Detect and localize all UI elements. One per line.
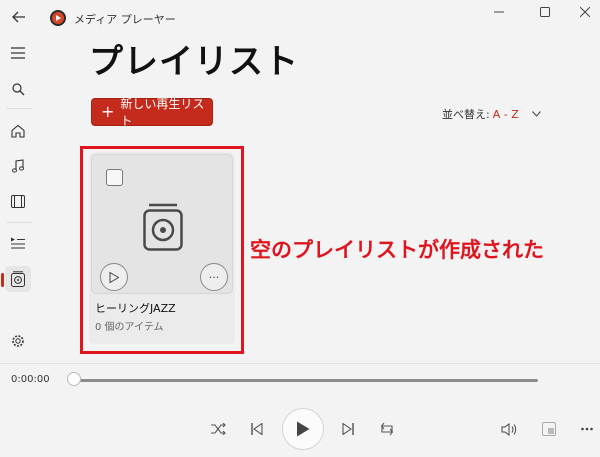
- new-playlist-button[interactable]: + 新しい再生リスト: [91, 97, 213, 128]
- playlist-icon: [11, 271, 25, 287]
- back-arrow-icon: [12, 11, 25, 23]
- close-button[interactable]: [570, 2, 600, 22]
- seek-thumb[interactable]: [67, 372, 81, 386]
- previous-icon: [251, 423, 263, 435]
- app-title: メディア プレーヤー: [74, 13, 176, 26]
- search-icon: [11, 82, 24, 95]
- highlight-frame: [80, 146, 244, 354]
- home-icon: [11, 124, 25, 138]
- settings-icon: [12, 335, 24, 347]
- sidebar-item-search[interactable]: [5, 76, 31, 102]
- mini-player-button[interactable]: [538, 418, 560, 440]
- annotation-text: 空のプレイリストが作成された: [250, 238, 544, 262]
- sidebar-item-queue[interactable]: [5, 230, 31, 256]
- sidebar-item-playlists[interactable]: [5, 266, 31, 292]
- sidebar-item-video[interactable]: [5, 188, 31, 214]
- maximize-button[interactable]: [530, 2, 560, 22]
- plus-icon: +: [101, 102, 115, 121]
- next-button[interactable]: [337, 418, 359, 440]
- shuffle-button[interactable]: [207, 418, 229, 440]
- seek-bar[interactable]: [74, 379, 538, 382]
- play-icon: [297, 421, 310, 437]
- app-logo-icon: [50, 10, 66, 26]
- queue-icon: [11, 237, 25, 249]
- active-indicator: [1, 273, 4, 287]
- minimize-icon: [494, 11, 504, 13]
- play-button[interactable]: [282, 408, 324, 450]
- video-icon: [11, 194, 25, 208]
- sidebar-divider: [6, 108, 32, 109]
- sidebar-item-menu[interactable]: [5, 40, 31, 66]
- elapsed-time: 0:00:00: [11, 374, 50, 385]
- chevron-down-icon: [531, 111, 541, 117]
- sidebar-item-settings[interactable]: [5, 328, 31, 354]
- sidebar: [0, 36, 36, 363]
- sort-label: 並べ替え:: [442, 108, 490, 121]
- more-icon: [581, 427, 593, 431]
- sidebar-item-music[interactable]: [5, 153, 31, 179]
- new-playlist-label: 新しい再生リスト: [120, 97, 205, 128]
- volume-button[interactable]: [498, 418, 520, 440]
- sort-value: A - Z: [492, 107, 519, 121]
- next-icon: [342, 423, 354, 435]
- music-icon: [12, 159, 24, 173]
- shuffle-icon: [210, 423, 226, 435]
- more-options-button[interactable]: [576, 418, 598, 440]
- repeat-icon: [380, 422, 394, 436]
- sort-dropdown[interactable]: 並べ替え: A - Z: [442, 106, 541, 122]
- repeat-button[interactable]: [376, 418, 398, 440]
- sidebar-divider: [6, 222, 32, 223]
- title-bar: メディア プレーヤー: [0, 0, 600, 36]
- volume-icon: [501, 422, 517, 436]
- close-icon: [580, 7, 590, 17]
- menu-icon: [11, 47, 25, 59]
- page-title: プレイリスト: [89, 42, 299, 82]
- minimize-button[interactable]: [484, 2, 514, 22]
- back-button[interactable]: [8, 6, 30, 28]
- previous-button[interactable]: [246, 418, 268, 440]
- mini-player-icon: [542, 422, 556, 436]
- sidebar-item-home[interactable]: [5, 118, 31, 144]
- maximize-icon: [540, 7, 550, 17]
- player-bar: 0:00:00: [0, 363, 600, 457]
